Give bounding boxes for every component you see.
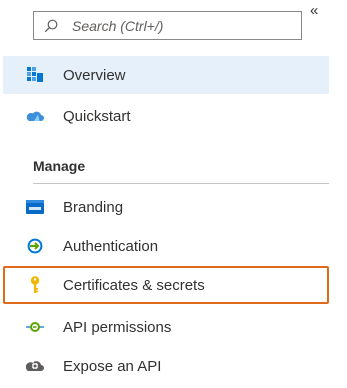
- sidebar-item-label: Quickstart: [63, 107, 131, 125]
- sidebar-item-authentication[interactable]: Authentication: [3, 227, 329, 265]
- search-input[interactable]: Search (Ctrl+/): [33, 11, 302, 40]
- sidebar-item-label: API permissions: [63, 318, 172, 336]
- sidebar-item-label: Overview: [63, 66, 126, 84]
- sidebar-item-expose-api[interactable]: Expose an API: [3, 347, 329, 385]
- section-divider: [33, 183, 329, 184]
- cloud-icon: [26, 107, 44, 125]
- sidebar-item-quickstart[interactable]: Quickstart: [3, 97, 329, 135]
- sidebar-item-label: Expose an API: [63, 357, 162, 375]
- sidebar-item-certificates-secrets[interactable]: Certificates & secrets: [3, 266, 329, 304]
- api-permissions-icon: [26, 318, 44, 336]
- sidebar-item-branding[interactable]: Branding: [3, 188, 329, 226]
- sidebar-item-label: Authentication: [63, 237, 159, 255]
- overview-grid-icon: [26, 66, 44, 84]
- branding-icon: [26, 198, 44, 216]
- sidebar-item-api-permissions[interactable]: API permissions: [3, 308, 329, 346]
- section-heading-manage: Manage: [33, 158, 86, 174]
- collapse-menu-button[interactable]: «: [310, 2, 318, 19]
- search-placeholder: Search (Ctrl+/): [72, 17, 164, 34]
- key-icon: [26, 276, 44, 294]
- cloud-gear-icon: [26, 357, 44, 375]
- search-icon: [44, 19, 58, 33]
- sidebar-item-label: Branding: [63, 198, 124, 216]
- sidebar-item-overview[interactable]: Overview: [3, 56, 329, 94]
- sidebar-item-label: Certificates & secrets: [63, 276, 205, 294]
- authentication-icon: [26, 237, 44, 255]
